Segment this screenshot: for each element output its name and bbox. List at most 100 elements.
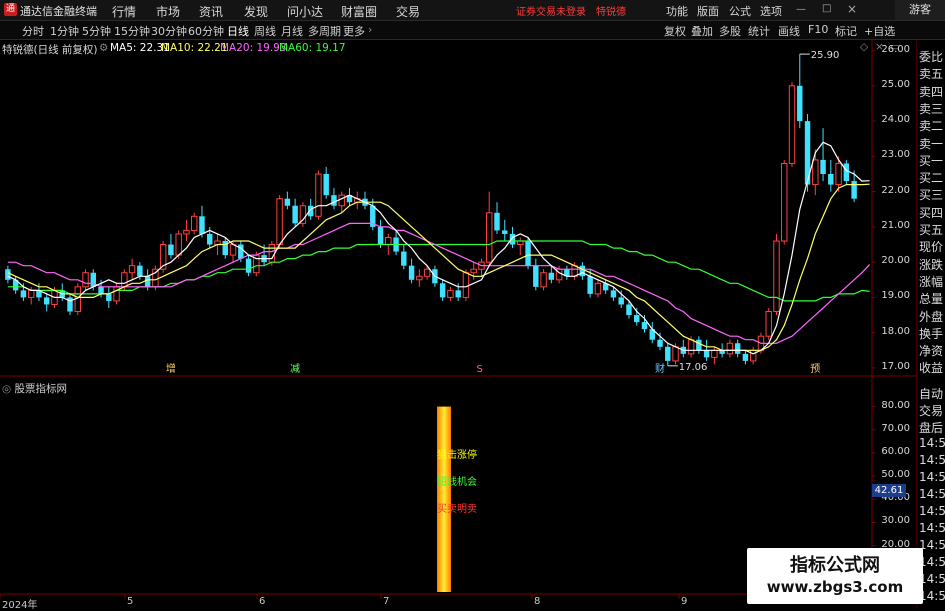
candle-body (525, 241, 531, 266)
candle-body (634, 315, 640, 323)
date-tick-label: 9 (681, 596, 688, 607)
candle-body (175, 233, 182, 256)
price-tick-label: 20.00 (881, 255, 910, 267)
candle-body (749, 349, 757, 362)
tick-time-label: 14:5 (919, 521, 945, 535)
candle-body (494, 212, 500, 231)
signal-limit-up: 狙击涨停 (437, 450, 477, 461)
candle-body (5, 269, 11, 280)
candle-body (137, 265, 143, 277)
candle-body (276, 198, 283, 246)
candle-body (408, 265, 415, 280)
candle-body (455, 290, 461, 298)
candle-body (820, 159, 826, 174)
event-marker: S (476, 364, 482, 375)
candle-body (734, 343, 741, 354)
quote-field-label: 卖四 (919, 84, 944, 99)
quote-field-label: 卖三 (919, 101, 944, 116)
candle-body (703, 350, 710, 358)
quote-field-label: 委比 (919, 50, 944, 64)
price-tick-label: 19.00 (881, 290, 910, 302)
tick-time-label: 14:5 (919, 487, 945, 501)
quote-field-label: 换手 (919, 326, 944, 341)
candle-body (657, 339, 663, 347)
candle-body (323, 174, 329, 196)
indicator-tick-label: 70.00 (881, 422, 910, 434)
quote-field-label: 卖二 (919, 119, 944, 134)
tick-time-label: 交易 (919, 404, 944, 418)
indicator-name: 股票指标网 (14, 383, 68, 395)
candle-body (626, 304, 632, 316)
quote-field-label: 买二 (919, 171, 944, 186)
signal-buy-sell: 买卖明卖 (437, 504, 477, 515)
candle-body (470, 268, 477, 274)
candle-body (121, 272, 128, 288)
quote-field-label: 卖五 (919, 67, 944, 82)
candle-body (144, 276, 151, 287)
tick-time-label: 14:5 (919, 504, 945, 518)
indicator-tick-label: 60.00 (881, 445, 910, 457)
candle-body (416, 275, 423, 281)
candle-body (82, 272, 89, 288)
candle-body (229, 244, 237, 256)
tick-time-label: 14:5 (919, 470, 945, 484)
price-tick-label: 18.00 (881, 325, 910, 337)
candle-body (207, 233, 213, 245)
candle-body (711, 349, 718, 358)
watermark-line1: 指标公式网 (790, 555, 880, 576)
candle-body (423, 268, 431, 277)
candle-body (168, 244, 174, 256)
indicator-tick-label: 80.00 (881, 399, 910, 411)
candle-body (641, 322, 648, 330)
price-tick-label: 24.00 (881, 114, 910, 126)
watermark-logo: 指标公式网 www.zbgs3.com (747, 548, 923, 604)
quote-field-label: 买五 (919, 223, 944, 237)
high-price-label: 25.90 (811, 50, 840, 61)
quote-field-label: 买四 (919, 205, 944, 220)
candle-body (128, 265, 136, 274)
candle-body (548, 272, 555, 280)
candle-body (726, 342, 734, 355)
candle-body (843, 163, 850, 182)
candle-body (773, 240, 780, 313)
candle-body (106, 293, 112, 301)
candle-body (665, 346, 671, 361)
candle-body (571, 265, 578, 277)
quote-field-label: 现价 (919, 240, 944, 255)
indicator-tick-label: 30.00 (881, 515, 910, 527)
date-tick-label: 7 (383, 596, 390, 607)
signal-short-term: 短线机会 (437, 477, 477, 488)
quote-field-label: 涨跌 (919, 257, 944, 272)
candle-body (268, 244, 276, 263)
indicator-dot-icon: ◎ (2, 383, 15, 395)
indicator-current-value: 42.61 (872, 484, 906, 497)
date-tick-label: 5 (127, 596, 134, 607)
candle-body (835, 162, 842, 186)
candle-body (540, 272, 547, 288)
candle-body (502, 230, 508, 234)
kline-chart[interactable]: 25.90 17.06 增 减 S 财 预 (0, 0, 916, 609)
candle-body (331, 195, 337, 206)
candle-body (579, 265, 586, 277)
quote-field-label: 买一 (919, 153, 944, 168)
low-price-label: 17.06 (679, 362, 708, 373)
candle-body (812, 159, 819, 186)
candle-body (533, 265, 539, 287)
candle-body (43, 297, 50, 305)
candle-body (315, 173, 322, 217)
indicator-title: ◎ 股票指标网 (2, 381, 67, 396)
watermark-line2: www.zbgs3.com (766, 578, 904, 596)
candle-body (447, 289, 454, 298)
candle-body (781, 162, 788, 242)
candle-body (765, 311, 772, 337)
quote-field-label: 收益 (919, 361, 944, 376)
candle-body (338, 194, 345, 207)
quote-field-label: 外盘 (919, 309, 944, 324)
candle-body (851, 181, 857, 199)
price-tick-label: 22.00 (881, 184, 910, 196)
event-marker: 预 (810, 363, 820, 375)
candle-body (742, 353, 749, 361)
price-tick-label: 21.00 (881, 219, 910, 231)
candle-body (385, 236, 392, 246)
candle-body (672, 346, 679, 362)
